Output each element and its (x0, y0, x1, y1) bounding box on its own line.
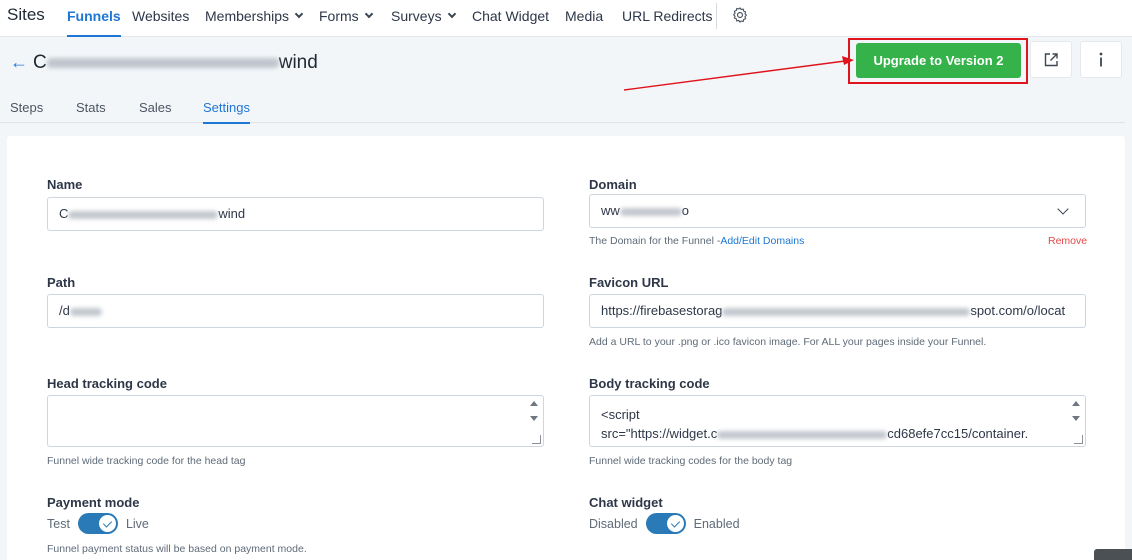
nav-item-url-redirects[interactable]: URL Redirects (622, 0, 713, 37)
back-arrow-icon[interactable]: ← (10, 52, 28, 73)
tab-steps[interactable]: Steps (10, 100, 43, 122)
chat-widget-enabled-label: Enabled (693, 516, 740, 531)
chat-widget-toggle-row: Disabled Enabled (589, 513, 740, 534)
upgrade-to-version-2-button[interactable]: Upgrade to Version 2 (856, 43, 1021, 78)
chevron-down-icon (447, 9, 456, 19)
funnel-title-start: C (33, 52, 47, 73)
chat-widget-disabled-label: Disabled (589, 516, 638, 531)
payment-mode-live-label: Live (125, 516, 149, 531)
body-tracking-textarea[interactable]: <script src="https://widget.c cd68efe7cc1… (589, 395, 1086, 447)
favicon-url-field[interactable]: https://firebasestorag spot.com/o/locat (589, 294, 1086, 328)
favicon-value-start: https://firebasestorag (601, 303, 723, 318)
head-tracking-textarea[interactable] (47, 395, 544, 447)
nav-item-surveys[interactable]: Surveys (391, 0, 456, 37)
redacted-text (46, 57, 279, 68)
chat-widget-toggle[interactable] (645, 513, 686, 534)
remove-domain-link[interactable]: Remove (1048, 235, 1087, 247)
top-nav: Sites Funnels Websites Memberships Forms… (0, 0, 1132, 37)
nav-item-funnels[interactable]: Funnels (67, 0, 121, 37)
head-tracking-blank-line (59, 405, 523, 424)
nav-item-chat-widget[interactable]: Chat Widget (472, 0, 549, 37)
chevron-down-icon (364, 9, 373, 19)
chat-widget-label: Chat widget (589, 495, 663, 510)
nav-item-media[interactable]: Media (565, 0, 603, 37)
body-tracking-line-2: src="https://widget.c cd68efe7cc15/contai… (601, 424, 1065, 443)
redacted-text (619, 207, 682, 216)
info-button[interactable] (1080, 41, 1122, 78)
resize-handle-icon[interactable] (532, 435, 541, 444)
app-brand: Sites (7, 5, 45, 24)
scroll-down-icon[interactable] (530, 416, 538, 421)
favicon-url-label: Favicon URL (589, 275, 669, 290)
payment-mode-toggle-row: Test Live (47, 513, 149, 534)
check-icon (102, 517, 113, 528)
scroll-up-icon[interactable] (1072, 401, 1080, 406)
head-tracking-label: Head tracking code (47, 376, 167, 391)
add-edit-domains-link[interactable]: Add/Edit Domains (720, 235, 804, 247)
body-tracking-line-2-end: cd68efe7cc15/container. (887, 426, 1029, 441)
body-tracking-label: Body tracking code (589, 376, 710, 391)
tab-stats[interactable]: Stats (76, 100, 106, 122)
redacted-text (69, 307, 102, 316)
body-tracking-line-2-start: src="https://widget.c (601, 426, 718, 441)
nav-item-surveys-label: Surveys (391, 8, 442, 24)
body-tracking-line-1: <script (601, 407, 640, 422)
favicon-value-end: spot.com/o/locat (970, 303, 1066, 318)
domain-select[interactable]: ww o (589, 194, 1086, 228)
nav-item-memberships[interactable]: Memberships (205, 0, 304, 37)
annotation-arrow (623, 56, 854, 91)
redacted-text (68, 210, 219, 219)
gear-icon[interactable] (731, 6, 749, 24)
head-tracking-help: Funnel wide tracking code for the head t… (47, 455, 246, 467)
name-field[interactable]: Cwind (47, 197, 544, 231)
funnel-title: Cwind (33, 52, 318, 74)
body-tracking-help: Funnel wide tracking codes for the body … (589, 455, 793, 467)
scroll-down-icon[interactable] (1072, 416, 1080, 421)
chat-launcher-button[interactable] (1094, 549, 1132, 560)
scroll-up-icon[interactable] (530, 401, 538, 406)
tab-sales[interactable]: Sales (139, 100, 172, 122)
nav-divider (716, 3, 717, 29)
tab-settings[interactable]: Settings (203, 100, 250, 124)
nav-item-forms-label: Forms (319, 8, 359, 24)
chevron-down-icon (1057, 203, 1069, 215)
payment-mode-toggle[interactable] (77, 513, 118, 534)
domain-label: Domain (589, 177, 637, 192)
open-external-button[interactable] (1030, 41, 1072, 78)
nav-item-memberships-label: Memberships (205, 8, 290, 24)
domain-help-text: The Domain for the Funnel - (589, 235, 721, 247)
info-icon (1099, 52, 1103, 66)
toggle-knob (98, 515, 116, 532)
toggle-knob (666, 515, 684, 532)
favicon-help: Add a URL to your .png or .ico favicon i… (589, 336, 987, 348)
redacted-text (717, 430, 888, 439)
name-value-end: wind (218, 206, 246, 221)
external-link-icon (1044, 52, 1058, 66)
head-tracking-partial-line (59, 443, 523, 446)
nav-item-websites[interactable]: Websites (132, 0, 189, 37)
resize-handle-icon[interactable] (1074, 435, 1083, 444)
name-label: Name (47, 177, 83, 192)
redacted-text (722, 307, 971, 316)
chevron-down-icon (294, 9, 304, 19)
domain-value-end: o (681, 203, 690, 218)
nav-item-forms[interactable]: Forms (319, 0, 373, 37)
domain-value-start: ww (601, 203, 620, 218)
payment-mode-label: Payment mode (47, 495, 140, 510)
domain-help: The Domain for the Funnel -Add/Edit Doma… (589, 235, 804, 247)
payment-mode-help: Funnel payment status will be based on p… (47, 543, 307, 555)
payment-mode-test-label: Test (47, 516, 70, 531)
path-value-start: /d (59, 303, 70, 318)
funnel-tabs: Steps Stats Sales Settings (0, 95, 1125, 124)
funnel-title-end: wind (278, 52, 318, 73)
name-value-start: C (59, 206, 69, 221)
path-field[interactable]: /d (47, 294, 544, 328)
path-label: Path (47, 275, 76, 290)
check-icon (670, 517, 680, 528)
